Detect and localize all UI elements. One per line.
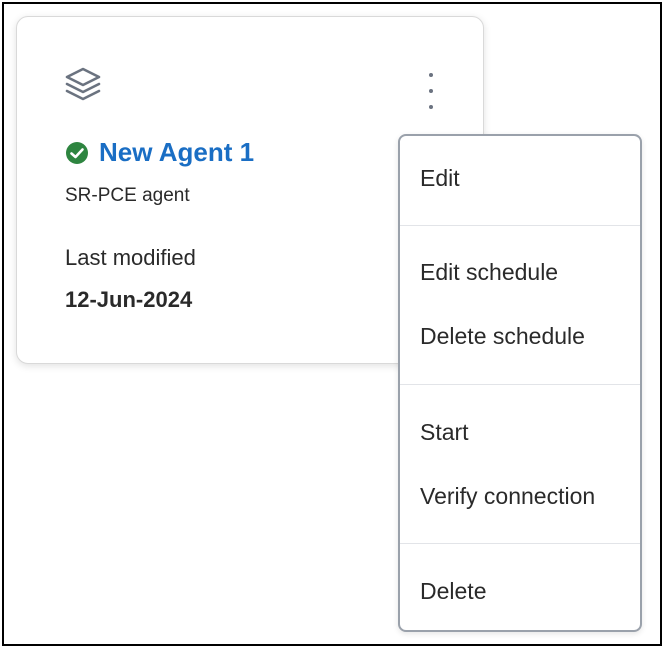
agent-name-link[interactable]: New Agent 1 (99, 137, 254, 168)
agent-title-row: New Agent 1 (65, 137, 254, 168)
menu-item-edit[interactable]: Edit (400, 156, 640, 200)
kebab-dot (429, 105, 433, 109)
agent-actions-menu: Edit Edit schedule Delete schedule Start… (398, 134, 642, 632)
menu-item-delete-schedule[interactable]: Delete schedule (400, 314, 640, 358)
check-circle-icon (66, 141, 88, 164)
menu-item-edit-schedule[interactable]: Edit schedule (400, 250, 640, 294)
menu-divider (400, 225, 640, 226)
menu-divider (400, 543, 640, 544)
menu-item-start[interactable]: Start (400, 410, 640, 454)
kebab-menu-icon[interactable] (419, 73, 443, 109)
kebab-dot (429, 89, 433, 93)
agent-type: SR-PCE agent (65, 185, 190, 206)
menu-item-delete[interactable]: Delete (400, 569, 640, 613)
menu-divider (400, 384, 640, 385)
last-modified-label: Last modified (65, 245, 196, 270)
kebab-dot (429, 73, 433, 77)
layers-icon (65, 67, 101, 101)
menu-item-verify-connection[interactable]: Verify connection (400, 474, 640, 518)
last-modified-value: 12-Jun-2024 (65, 287, 193, 312)
